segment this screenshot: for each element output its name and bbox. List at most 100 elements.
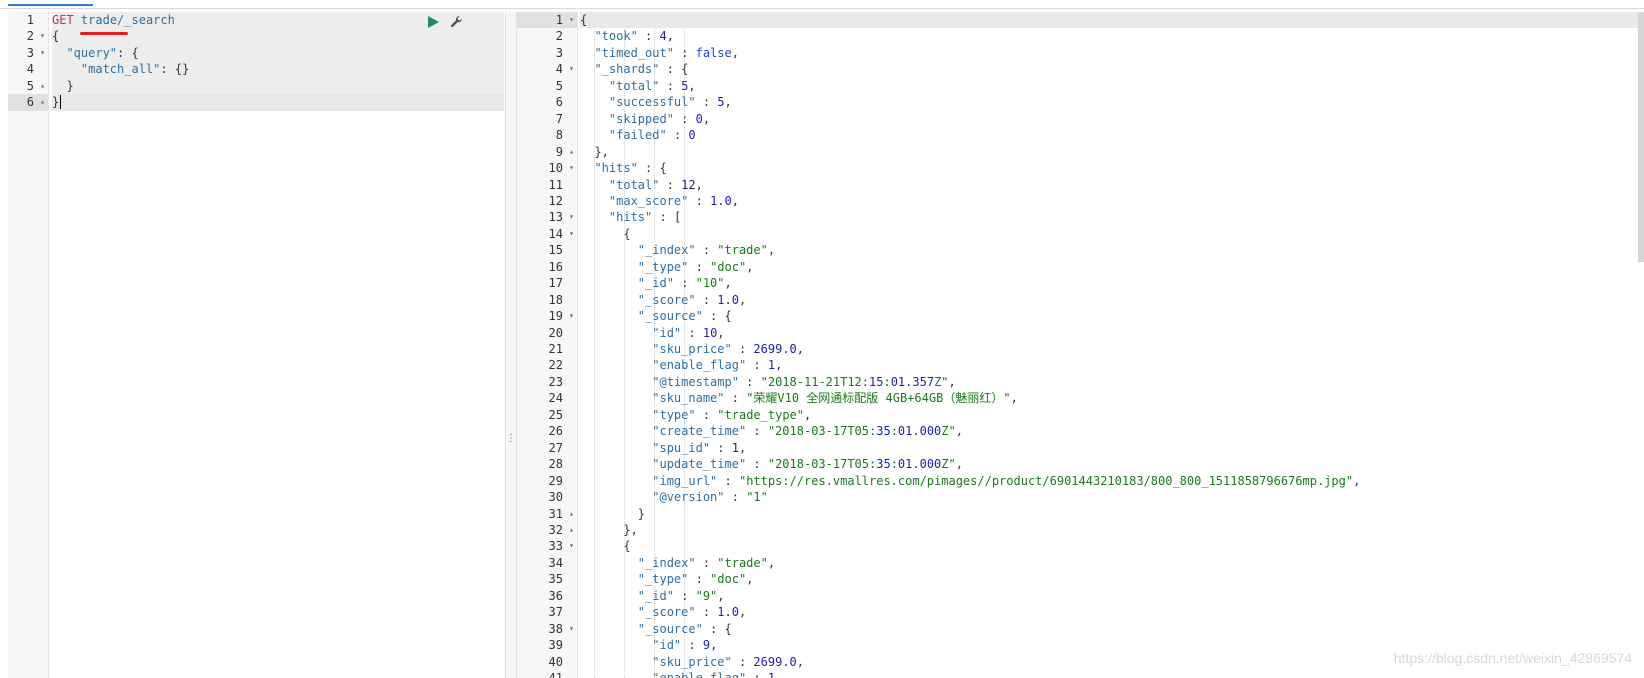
response-line: "successful" : 5, <box>608 95 732 110</box>
fold-toggle-icon[interactable]: ▾ <box>569 12 574 28</box>
response-line: "enable_flag" : 1, <box>652 671 783 678</box>
fold-toggle-icon[interactable]: ▴ <box>569 522 574 538</box>
response-line-number: 28 <box>548 457 563 472</box>
response-line: "hits" : { <box>594 161 667 176</box>
response-line-number: 41 <box>548 671 563 678</box>
fold-toggle-icon[interactable]: ▾ <box>569 538 574 554</box>
request-body-line[interactable]: } <box>52 94 504 111</box>
active-tab-indicator[interactable] <box>8 4 93 6</box>
path-underline-annotation <box>80 32 128 35</box>
response-line-number: 30 <box>548 490 563 505</box>
response-line-number: 32 ▴ <box>548 522 574 538</box>
response-line: "_score" : 1.0, <box>637 292 747 307</box>
http-method: GET <box>52 13 74 27</box>
fold-toggle-icon[interactable]: ▾ <box>569 226 574 242</box>
response-gutter: 1 ▾ 2 3 4 ▾ 5 6 7 8 9 ▴ 10 ▾ 11 12 13 ▾ 14 ▾ 15 16 17 18 19 ▾ 20 21… <box>517 12 578 678</box>
top-tab-bar <box>0 0 1644 9</box>
response-line-number: 16 <box>548 259 563 274</box>
response-line: "_shards" : { <box>594 62 689 77</box>
response-line-number: 15 <box>548 243 563 258</box>
response-line: "_index" : "trade", <box>637 555 776 570</box>
request-body-line[interactable]: "match_all": {} <box>52 61 504 77</box>
fold-toggle-icon[interactable]: ▾ <box>569 160 574 176</box>
response-line: "_id" : "10", <box>637 276 732 291</box>
fold-toggle-icon[interactable]: ▾ <box>40 28 45 44</box>
fold-toggle-icon[interactable]: ▴ <box>569 144 574 160</box>
response-line: "failed" : 0 <box>608 128 696 143</box>
request-body-line[interactable]: "query": { <box>52 45 504 61</box>
response-line-number: 34 <box>548 555 563 570</box>
request-line-number: 2 ▾ <box>26 28 45 44</box>
response-scrollbar[interactable] <box>1638 12 1644 262</box>
response-line: "spu_id" : 1, <box>652 440 747 455</box>
fold-toggle-icon[interactable]: ▾ <box>569 308 574 324</box>
response-line-number: 2 <box>555 29 563 44</box>
request-path: trade/_search <box>80 13 175 27</box>
editor-resize-handle[interactable]: ⋮ <box>505 12 517 678</box>
response-line-number: 18 <box>548 292 563 307</box>
response-line: "sku_name" : "荣耀V10 全网通标配版 4GB+64GB（魅丽红）… <box>652 391 1018 406</box>
response-line-number: 11 <box>548 177 563 192</box>
fold-toggle-icon[interactable]: ▾ <box>569 209 574 225</box>
response-line: { <box>580 539 631 554</box>
response-line: "total" : 12, <box>608 177 703 192</box>
request-body-line[interactable]: } <box>52 78 504 94</box>
response-line-number: 29 <box>548 473 563 488</box>
response-line: { <box>580 226 631 241</box>
response-line: "sku_price" : 2699.0, <box>652 342 805 356</box>
response-line: "_type" : "doc", <box>637 572 754 587</box>
response-line-number: 40 <box>548 654 563 669</box>
response-line: "_source" : { <box>637 309 732 324</box>
response-line-number: 24 <box>548 391 563 406</box>
response-line: "total" : 5, <box>608 78 696 93</box>
response-line-number: 17 <box>548 276 563 291</box>
response-line: "_score" : 1.0, <box>637 605 747 620</box>
response-line-number: 1 ▾ <box>517 12 577 29</box>
response-editor[interactable]: 1 ▾ 2 3 4 ▾ 5 6 7 8 9 ▴ 10 ▾ 11 12 13 ▾ 14 ▾ 15 16 17 18 19 ▾ 20 21… <box>517 12 1644 678</box>
response-line: "took" : 4, <box>594 29 674 44</box>
request-body-line[interactable]: { <box>52 28 504 44</box>
response-line-number: 20 <box>548 325 563 340</box>
response-line: } <box>580 506 646 521</box>
text-cursor <box>60 95 61 110</box>
response-line-number: 23 <box>548 374 563 389</box>
response-line-number: 37 <box>548 605 563 620</box>
response-line: "img_url" : "https://res.vmallres.com/pi… <box>652 473 1361 488</box>
watermark: https://blog.csdn.net/weixin_42869574 <box>1393 650 1632 666</box>
response-line-number: 14 ▾ <box>548 226 574 242</box>
response-line-number: 10 ▾ <box>548 160 574 176</box>
response-line-number: 19 ▾ <box>548 308 574 324</box>
request-line-number: 3 ▾ <box>26 45 45 61</box>
request-actions <box>425 14 465 30</box>
response-line-number: 38 ▾ <box>548 621 574 637</box>
response-line: "_index" : "trade", <box>637 243 776 258</box>
response-line: "skipped" : 0, <box>608 111 711 126</box>
response-line: "@timestamp" : "2018-11-21T12:15:01.357Z… <box>652 374 956 389</box>
fold-toggle-icon[interactable]: ▾ <box>40 45 45 61</box>
request-line-number: 1 <box>26 13 34 27</box>
response-line-number: 36 <box>548 588 563 603</box>
response-line-number: 8 <box>555 128 563 143</box>
response-line-number: 26 <box>548 424 563 439</box>
response-code-area[interactable]: { "took" : 4, "timed_out" : false, "_sha… <box>580 12 1644 678</box>
response-line: "_id" : "9", <box>637 588 725 603</box>
fold-toggle-icon[interactable]: ▴ <box>40 94 45 110</box>
request-editor[interactable]: 1 2 ▾ 3 ▾ 4 5 ▴ 6 ▴ GET trade/_search{ "query": {… <box>8 12 504 678</box>
response-line-number: 21 <box>548 342 563 356</box>
wrench-icon[interactable] <box>449 14 465 30</box>
response-line-number: 12 <box>548 193 563 208</box>
response-line-number: 3 <box>555 45 563 60</box>
response-line-number: 5 <box>555 78 563 93</box>
fold-toggle-icon[interactable]: ▾ <box>569 621 574 637</box>
fold-toggle-icon[interactable]: ▴ <box>569 506 574 522</box>
request-code-area[interactable]: GET trade/_search{ "query": { "match_all… <box>52 12 504 678</box>
response-line-number: 9 ▴ <box>555 144 574 160</box>
resize-grip-icon: ⋮ <box>506 433 516 444</box>
fold-toggle-icon[interactable]: ▴ <box>40 78 45 94</box>
response-line-number: 39 <box>548 638 563 653</box>
response-line-number: 7 <box>555 111 563 126</box>
response-line-number: 25 <box>548 407 563 422</box>
play-icon[interactable] <box>425 14 441 30</box>
response-line-number: 13 ▾ <box>548 209 574 225</box>
fold-toggle-icon[interactable]: ▾ <box>569 61 574 77</box>
